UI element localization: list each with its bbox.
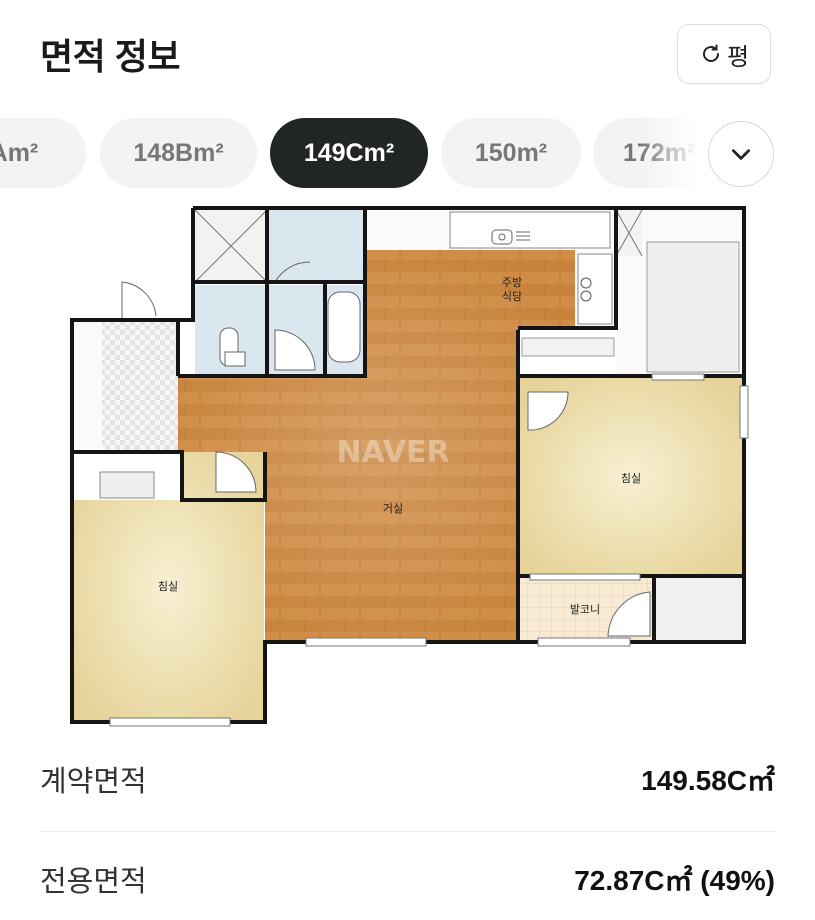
area-type-tabs[interactable]: 7Am² 148Bm² 149Cm² 150m² 172m² (0, 118, 705, 188)
exclusive-area-value: 72.87C㎡ (49%) (574, 865, 775, 896)
tab-area-type[interactable]: 148Bm² (100, 118, 257, 188)
page-title: 면적 정보 (40, 36, 180, 77)
room-label-balcony: 발코니 (570, 603, 600, 616)
room-label-living: 거실 (383, 502, 403, 515)
contract-area-label: 계약면적 (40, 766, 147, 798)
exclusive-area-row: 전용면적 72.87C㎡ (49%) (40, 858, 775, 900)
room-label-bedroom-left: 침실 (158, 580, 178, 593)
tab-area-type-selected[interactable]: 149Cm² (270, 118, 428, 188)
unit-toggle-label: 평 (726, 43, 750, 71)
row-divider (40, 831, 775, 832)
unit-toggle-button[interactable]: 평 (677, 24, 771, 84)
tab-area-type[interactable]: 150m² (441, 118, 581, 188)
tab-area-type[interactable]: 7Am² (0, 118, 86, 188)
chevron-down-icon (732, 149, 750, 160)
refresh-icon (702, 44, 719, 62)
contract-area-row: 계약면적 149.58C㎡ (40, 758, 775, 800)
room-label-kitchen: 주방 (502, 276, 522, 289)
naver-watermark: NAVER (336, 435, 449, 470)
tabs-fade-overlay (640, 118, 710, 188)
floor-plan: NAVER 주방 식당 거실 침실 침실 발코니 (70, 206, 749, 727)
contract-area-value: 149.58C㎡ (641, 765, 775, 796)
exclusive-area-label: 전용면적 (40, 866, 147, 898)
expand-tabs-button[interactable] (708, 121, 774, 187)
room-label-dining: 식당 (502, 290, 522, 303)
room-label-bedroom-right: 침실 (621, 472, 641, 485)
